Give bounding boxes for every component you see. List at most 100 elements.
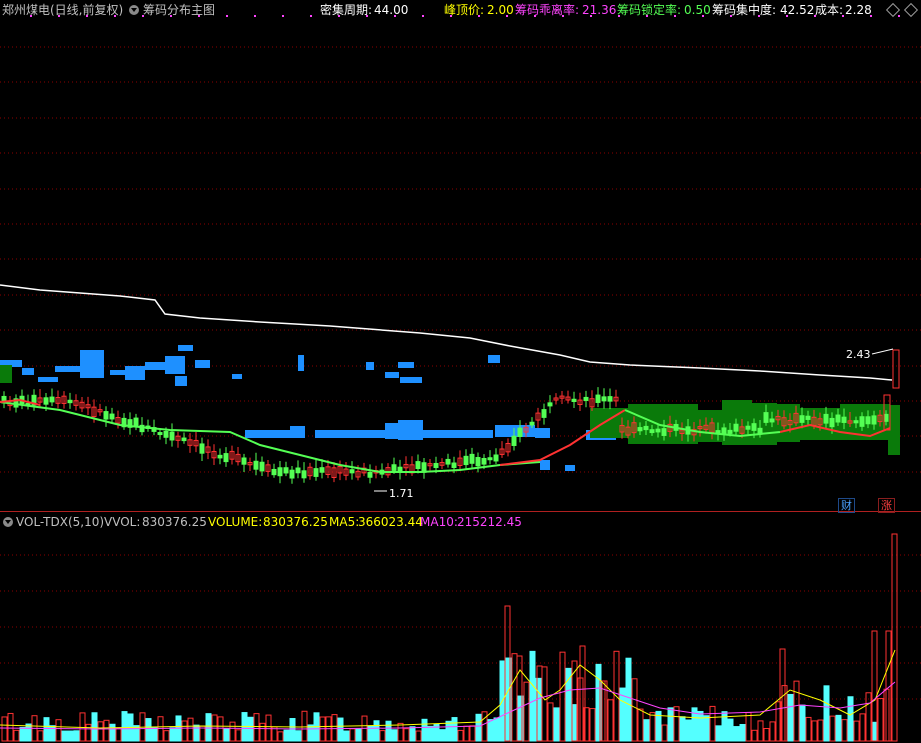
volume-bar (805, 716, 812, 742)
volume-bar (67, 730, 74, 742)
volume-bar (469, 725, 476, 742)
volume-bar (487, 719, 494, 742)
volume-bar (163, 730, 170, 742)
volume-bar (823, 685, 830, 742)
volume-bar (637, 708, 644, 742)
volume-bar (631, 678, 638, 742)
volume-bar (259, 722, 266, 742)
volume-bar (133, 725, 140, 742)
volume-bar (793, 680, 800, 742)
volume-bar (673, 706, 680, 742)
volume-bar (121, 711, 128, 742)
volume-bar (151, 727, 158, 742)
volume-bar (73, 730, 80, 742)
volume-bar (415, 730, 422, 742)
volume-bar (643, 719, 650, 742)
volume-bar (409, 726, 416, 742)
volume-bar (847, 696, 854, 742)
volume-bar (331, 714, 338, 742)
volume-bar (727, 718, 734, 742)
volume-bar (679, 716, 686, 742)
volume-bar (457, 729, 464, 742)
volume-bar (187, 717, 194, 742)
volume-bar (91, 712, 98, 742)
volume-bar (277, 731, 284, 742)
volume-bar (337, 717, 344, 742)
volume-bar (541, 666, 548, 742)
volume-bar (841, 719, 848, 742)
volume-bar (19, 726, 26, 742)
volume-bar (343, 730, 350, 742)
volume-bar (349, 728, 356, 742)
volume-bar (1, 716, 8, 742)
volume-bar (229, 721, 236, 742)
volume-chart[interactable] (0, 0, 921, 743)
volume-bar (379, 730, 386, 742)
volume-bar (451, 717, 458, 742)
volume-bar (169, 727, 176, 742)
volume-bar (439, 729, 446, 742)
volume-bar (835, 714, 842, 742)
volume-bar (891, 533, 898, 742)
volume-bar (589, 708, 596, 742)
volume-bar (97, 721, 104, 742)
volume-bar (43, 717, 50, 742)
volume-bar (715, 725, 722, 742)
volume-bar (391, 729, 398, 742)
volume-bar (607, 699, 614, 742)
volume-bar (757, 720, 764, 742)
ma5-line (0, 649, 896, 729)
volume-bar (307, 724, 314, 742)
volume-bar (529, 650, 536, 742)
volume-bar (223, 728, 230, 742)
volume-bar (829, 715, 836, 742)
volume-bar (559, 651, 566, 742)
volume-bar (13, 729, 20, 742)
volume-bar (787, 693, 794, 742)
volume-bar (247, 716, 254, 742)
volume-bar (571, 704, 578, 742)
volume-bar (523, 681, 530, 742)
volume-bar (739, 723, 746, 742)
volume-bar (7, 712, 14, 742)
volume-bar (385, 720, 392, 742)
volume-bar (811, 720, 818, 742)
volume-bar (265, 714, 272, 742)
volume-bar (709, 705, 716, 742)
volume-bar (145, 718, 152, 742)
volume-bar (283, 729, 290, 742)
volume-bar (871, 721, 878, 742)
volume-bar (733, 726, 740, 742)
volume-bar (475, 713, 482, 742)
volume-bar (85, 723, 92, 742)
volume-bar (115, 728, 122, 742)
volume-bar (289, 718, 296, 742)
volume-bar (649, 712, 656, 742)
volume-bar (685, 719, 692, 742)
volume-bar (865, 692, 872, 742)
volume-bar (877, 698, 884, 742)
volume-bar (373, 720, 380, 742)
volume-bar (301, 710, 308, 742)
volume-bar (253, 713, 260, 742)
volume-bar (463, 725, 470, 742)
volume-bar (205, 713, 212, 742)
volume-bar (661, 724, 668, 742)
volume-bar (403, 728, 410, 742)
volume-bar (697, 710, 704, 742)
volume-bar (355, 728, 362, 742)
volume-bar (667, 707, 674, 742)
volume-bar (181, 720, 188, 742)
volume-bar (103, 719, 110, 742)
volume-bar (397, 722, 404, 742)
volume-bar (703, 715, 710, 742)
volume-bar (625, 657, 632, 742)
volume-bar (547, 702, 554, 742)
volume-bar (55, 719, 62, 742)
volume-bar (295, 730, 302, 742)
volume-bar (817, 719, 824, 742)
volume-bar (217, 716, 224, 742)
volume-bar (721, 711, 728, 742)
volume-bar (25, 723, 32, 742)
volume-bar (853, 720, 860, 742)
